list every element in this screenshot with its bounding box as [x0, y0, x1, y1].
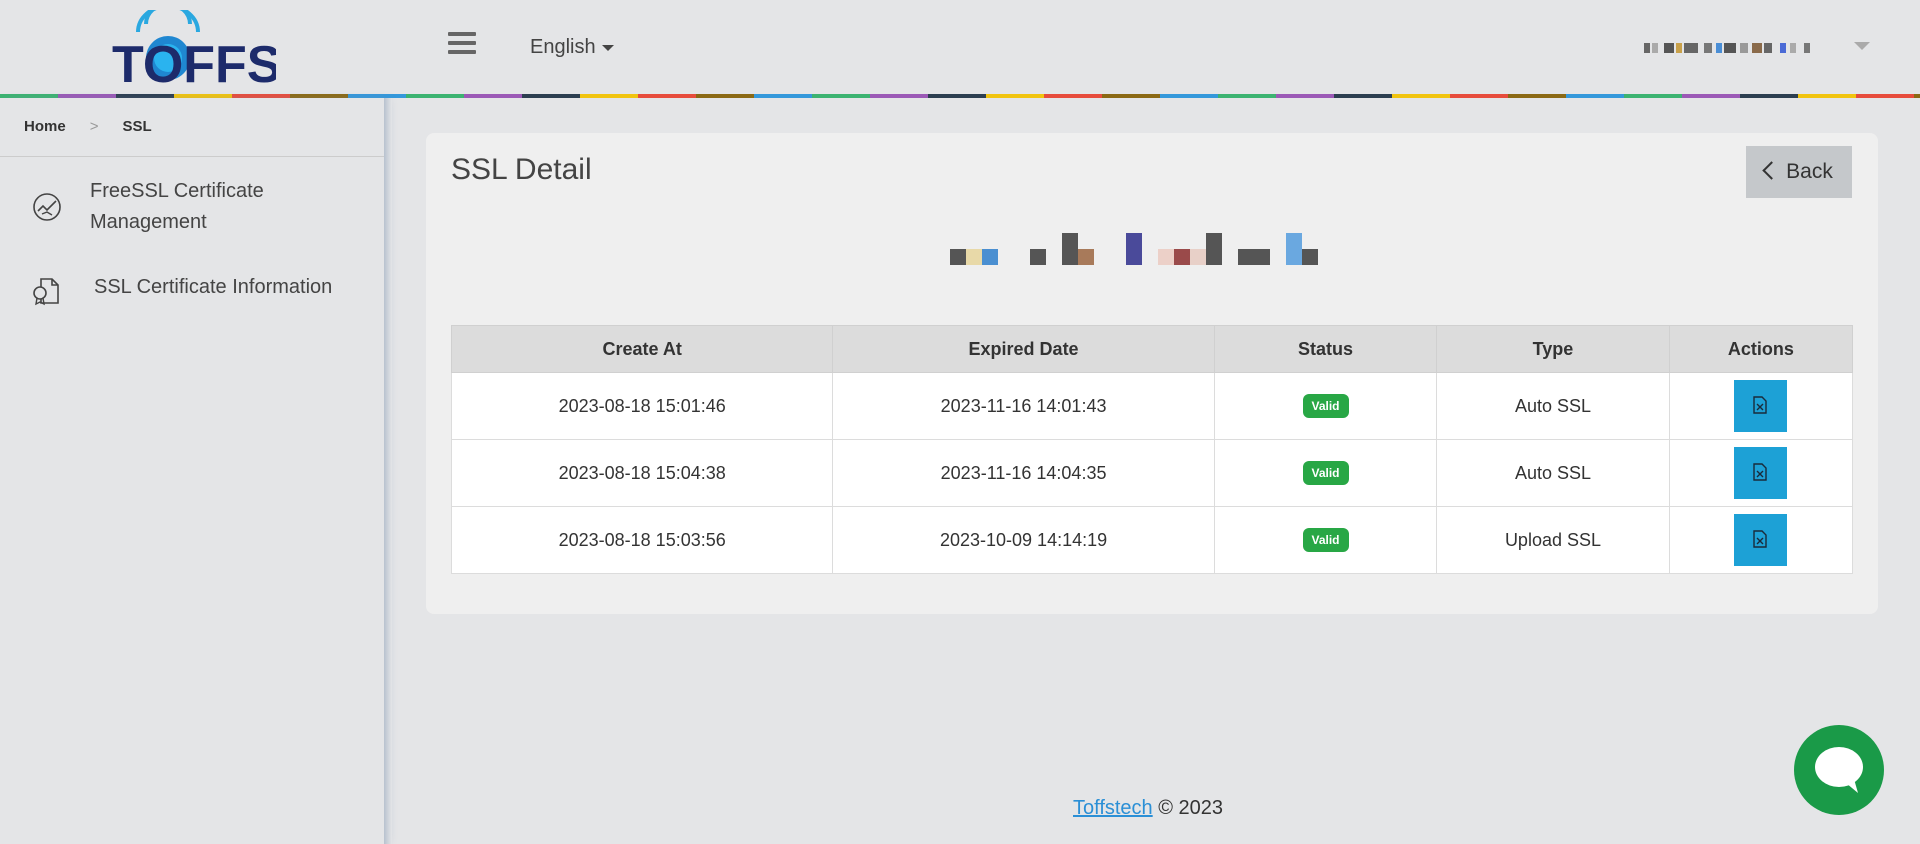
certificate-doc-icon — [33, 278, 59, 306]
sidebar-item-ssl-info[interactable]: SSL Certificate Information — [32, 272, 382, 308]
expired-cell: 2023-11-16 14:01:43 — [832, 372, 1215, 440]
language-label: English — [530, 36, 596, 58]
table-row: 2023-08-18 15:03:56 2023-10-09 14:14:19 … — [450, 506, 1854, 574]
type-cell: Auto SSL — [1436, 439, 1670, 507]
status-badge: Valid — [1302, 461, 1349, 485]
footer: Toffstech © 2023 — [1073, 797, 1223, 820]
footer-link[interactable]: Toffstech — [1073, 797, 1153, 819]
expired-cell: 2023-10-09 14:14:19 — [832, 506, 1215, 574]
created-cell: 2023-08-18 15:04:38 — [450, 439, 834, 507]
sidebar: Home > SSL FreeSSL Certificate Management … — [0, 98, 384, 844]
chevron-down-icon — [601, 44, 614, 51]
language-select[interactable]: English — [530, 36, 614, 59]
actions-cell — [1668, 506, 1854, 574]
breadcrumb-home[interactable]: Home — [24, 118, 66, 135]
footer-copyright: © 2023 — [1158, 797, 1224, 819]
column-header: Expired Date — [832, 325, 1215, 373]
breadcrumb: Home > SSL — [24, 118, 152, 135]
page-title: SSL Detail — [451, 153, 592, 186]
back-button-label: Back — [1786, 160, 1833, 183]
export-button[interactable] — [1734, 514, 1788, 566]
sidebar-item-label: FreeSSL Certificate Management — [90, 180, 264, 233]
sidebar-shadow — [384, 98, 392, 844]
svg-text:TOFFS: TOFFS — [112, 36, 276, 86]
actions-cell — [1668, 439, 1854, 507]
type-cell: Upload SSL — [1436, 506, 1670, 574]
user-menu-chevron-icon[interactable] — [1854, 42, 1870, 50]
table-header-row: Create At Expired Date Status Type Actio… — [450, 325, 1854, 373]
menu-toggle-button[interactable] — [448, 32, 476, 60]
expired-cell: 2023-11-16 14:04:35 — [832, 439, 1215, 507]
column-header: Create At — [450, 325, 834, 373]
sidebar-item-freessl[interactable]: FreeSSL Certificate Management — [32, 176, 382, 238]
export-button[interactable] — [1734, 380, 1788, 432]
column-header: Actions — [1668, 325, 1854, 373]
domain-name-redacted — [950, 229, 1322, 265]
ssl-detail-card: SSL Detail Back Create At Expired Date S… — [426, 133, 1878, 614]
status-cell: Valid — [1213, 439, 1438, 507]
excel-file-icon — [1753, 463, 1768, 481]
status-cell: Valid — [1213, 506, 1438, 574]
created-cell: 2023-08-18 15:03:56 — [450, 506, 834, 574]
ssl-globe-icon — [33, 193, 61, 221]
chat-button[interactable] — [1794, 725, 1884, 815]
status-badge: Valid — [1302, 394, 1349, 418]
created-cell: 2023-08-18 15:01:46 — [450, 372, 834, 440]
status-cell: Valid — [1213, 372, 1438, 440]
sidebar-divider — [0, 156, 384, 157]
user-name-redacted[interactable] — [1644, 40, 1836, 54]
ssl-records-table: Create At Expired Date Status Type Actio… — [450, 325, 1854, 574]
excel-file-icon — [1753, 530, 1768, 548]
status-badge: Valid — [1302, 528, 1349, 552]
actions-cell — [1668, 372, 1854, 440]
sidebar-item-label: SSL Certificate Information — [94, 276, 333, 298]
chat-bubble-icon — [1815, 747, 1863, 793]
table-row: 2023-08-18 15:04:38 2023-11-16 14:04:35 … — [450, 439, 1854, 507]
toffs-logo[interactable]: TOFFS — [108, 10, 276, 86]
top-header: TOFFS English — [0, 0, 1920, 98]
export-button[interactable] — [1734, 447, 1788, 499]
back-button[interactable]: Back — [1746, 146, 1852, 198]
chevron-left-icon — [1762, 161, 1781, 180]
chevron-right-icon: > — [89, 118, 99, 135]
column-header: Status — [1213, 325, 1438, 373]
excel-file-icon — [1753, 396, 1768, 414]
column-header: Type — [1436, 325, 1670, 373]
breadcrumb-current: SSL — [122, 118, 152, 135]
type-cell: Auto SSL — [1436, 372, 1670, 440]
table-row: 2023-08-18 15:01:46 2023-11-16 14:01:43 … — [450, 372, 1854, 440]
